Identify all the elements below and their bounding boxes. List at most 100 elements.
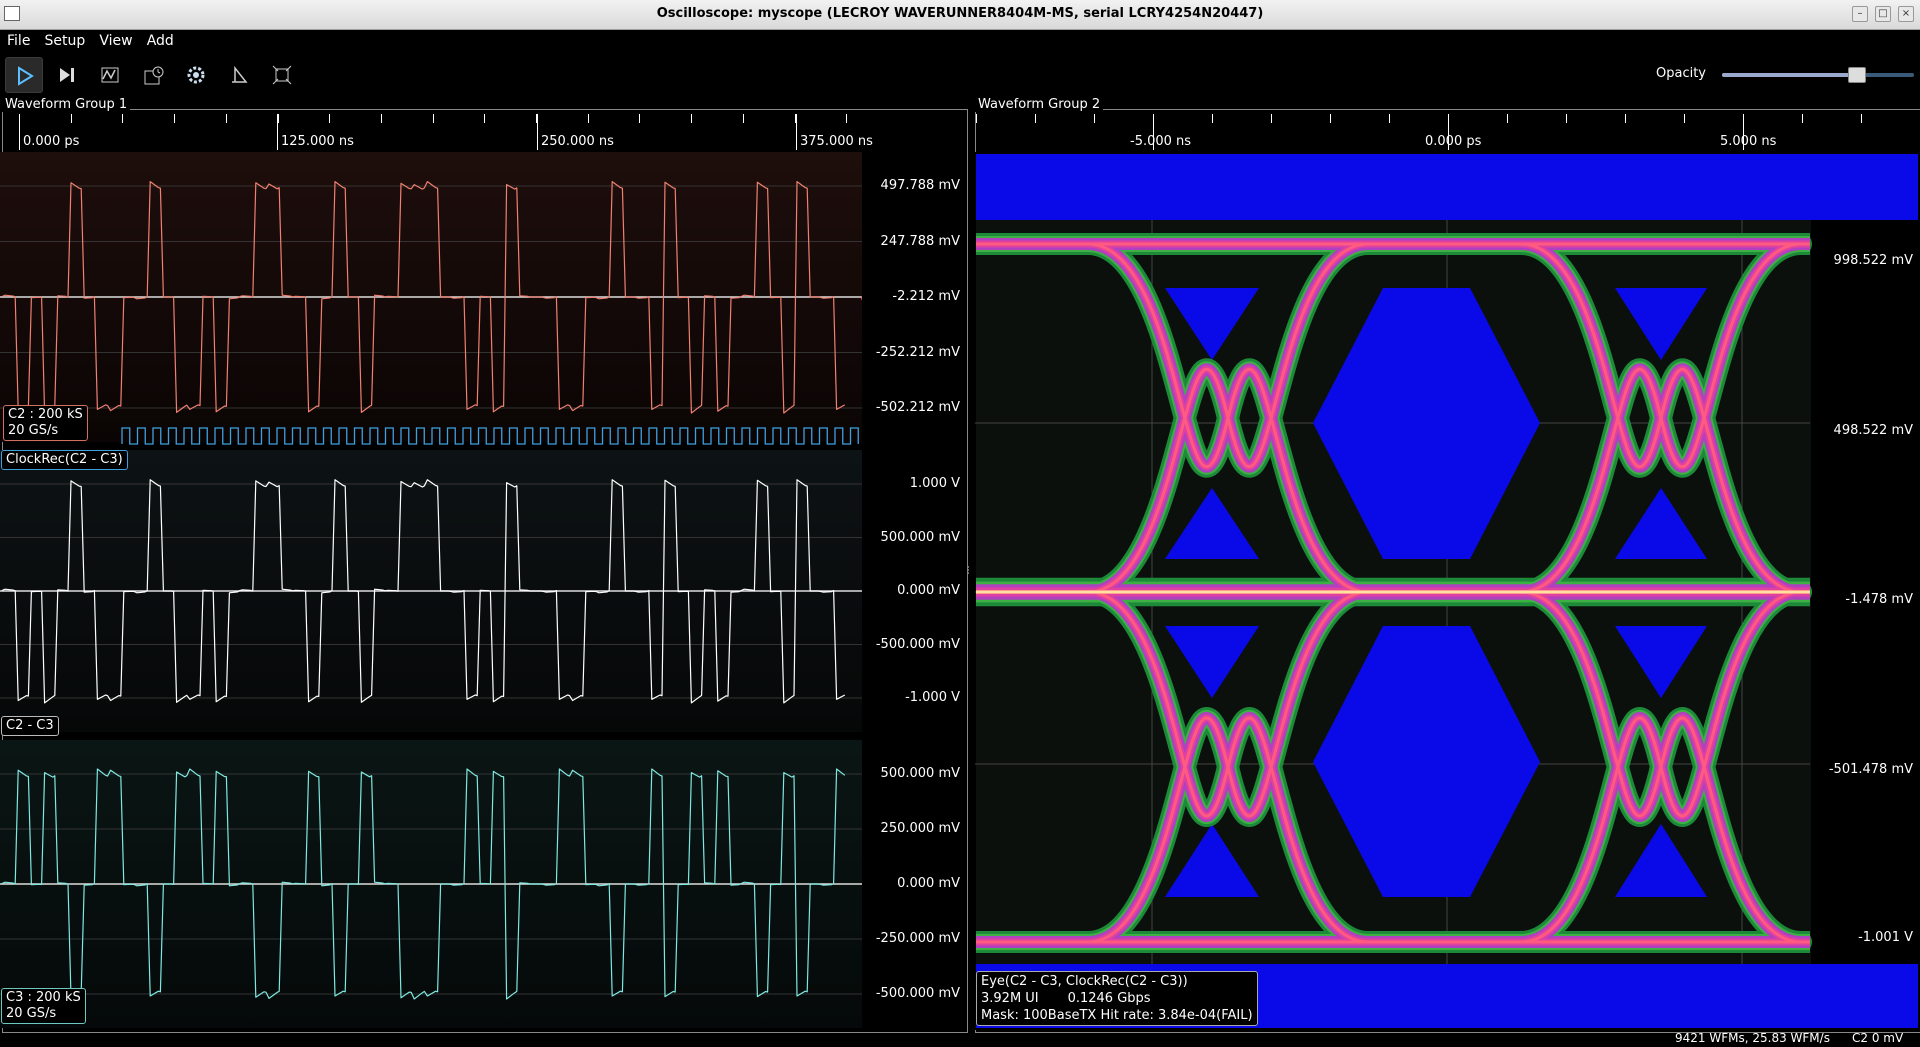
eye-info-box[interactable]: Eye(C2 - C3, ClockRec(C2 - C3)) 3.92M UI… [976,971,1258,1026]
waveform-button[interactable] [91,57,127,91]
ruler1-tick-label: 0.000 ps [23,134,80,149]
history-icon [144,66,164,85]
waveform-icon [101,67,119,83]
waveform-plots-group-1[interactable] [0,152,862,1030]
panel-3-voltage-label: 0.000 mV [897,876,960,891]
ruler2-minor-tick [1153,114,1154,123]
menu-add[interactable]: Add [147,31,174,51]
c3-channel-box[interactable]: C3 : 200 kS 20 GS/s [1,988,86,1024]
eye-title: Eye(C2 - C3, ClockRec(C2 - C3)) [981,974,1188,989]
maximize-icon[interactable]: □ [1875,6,1891,22]
ruler1-minor-tick [277,114,279,123]
panel-3-voltage-label: 250.000 mV [880,821,960,836]
math-button[interactable] [220,57,256,91]
c2-box-line-1: C2 : 200 kS [8,407,83,422]
eye-top-mask-bar [976,154,1918,220]
clockrec-channel-box[interactable]: ClockRec(C2 - C3) [1,450,128,470]
ruler2-minor-tick [1684,114,1685,123]
menu-setup[interactable]: Setup [45,31,86,51]
ruler1-tick-label: 375.000 ns [800,134,873,149]
panel-1-voltage-label: -502.212 mV [875,400,960,415]
panel-2-voltage-label: -500.000 mV [875,636,960,652]
settings-button[interactable] [177,57,213,91]
ruler1-minor-tick [742,114,744,123]
ruler1-major-tick [537,114,538,150]
opacity-label: Opacity [1656,66,1707,81]
ruler2-minor-tick [1507,114,1508,123]
wfm-rate-status: 9421 WFMs, 25.83 WFM/s [1675,1031,1830,1045]
c3-box-line-1: C3 : 200 kS [6,990,81,1005]
ruler1-minor-tick [329,114,331,123]
ruler1-minor-tick [19,114,20,123]
ruler2-tick-label: 5.000 ns [1720,134,1777,149]
ruler1-minor-tick [122,114,124,123]
panel-3-voltage-label: -250.000 mV [875,931,960,946]
ruler2-minor-tick [1802,114,1803,123]
c2-channel-box[interactable]: C2 : 200 kS 20 GS/s [3,405,88,441]
ruler2-tick-label: 0.000 ps [1425,134,1482,149]
ruler1-major-tick [796,114,797,150]
menu-view[interactable]: View [99,31,132,51]
single-trigger-icon [60,68,74,82]
fit-zoom-button[interactable] [263,57,299,91]
settings-gear-icon [187,66,205,84]
ruler1-minor-tick [432,114,434,123]
history-button[interactable] [134,57,170,91]
ruler1-minor-tick [484,114,486,123]
panel-1-voltage-label: 247.788 mV [880,233,960,249]
single-trigger-button[interactable] [48,57,84,91]
time-ruler-2[interactable]: -5.000 ns 0.000 ps 5.000 ns [976,114,1918,154]
title-bar: Oscilloscope: myscope (LECROY WAVERUNNER… [0,0,1920,30]
eye-pattern-plot[interactable] [975,152,1919,1030]
eye-voltage-label: 998.522 mV [1833,253,1913,268]
ruler2-minor-tick [1389,114,1390,123]
ruler1-tick-label: 125.000 ns [281,134,354,149]
ruler2-minor-tick [1566,114,1567,123]
group-1-label: Waveform Group 1 [2,97,131,112]
eye-voltage-label: -1.001 V [1858,930,1913,945]
minimize-icon[interactable]: – [1852,6,1868,22]
panel-3-voltage-label: -500.000 mV [875,986,960,1001]
opacity-slider-thumb[interactable] [1848,67,1867,83]
group-2-label: Waveform Group 2 [975,97,1104,112]
ruler1-minor-tick [846,114,848,123]
ruler1-minor-tick [174,114,176,123]
ruler2-minor-tick [1743,114,1744,123]
close-icon[interactable]: × [1898,6,1914,22]
cursor-status: C2 0 mV [1852,1031,1904,1045]
start-trigger-button[interactable] [5,57,43,93]
eye-voltage-label: -1.478 mV [1845,592,1913,607]
ruler1-minor-tick [794,114,796,123]
menu-file[interactable]: File [7,31,30,51]
status-bar: 9421 WFMs, 25.83 WFM/s C2 0 mV [0,1031,1920,1047]
menu-bar: File Setup View Add [0,30,1920,50]
window-title: Oscilloscope: myscope (LECROY WAVERUNNER… [656,6,1264,21]
ruler1-minor-tick [380,114,382,123]
panel-2-voltage-label: 1.000 V [909,476,960,491]
ruler2-minor-tick [1271,114,1272,123]
panel-1-voltage-label: -2.212 mV [892,289,960,304]
c2-c3-channel-box[interactable]: C2 - C3 [1,716,59,736]
group-splitter[interactable] [966,560,970,574]
ruler1-minor-tick [587,114,589,123]
opacity-slider-fill [1722,73,1857,77]
panel-1-voltage-label: 497.788 mV [880,178,960,193]
panel-1-voltage-label: -252.212 mV [875,344,960,360]
ruler2-minor-tick [1625,114,1626,123]
opacity-slider[interactable] [1722,67,1914,83]
ruler1-minor-tick [691,114,693,123]
time-ruler-1[interactable]: 0.000 ps 125.000 ns 250.000 ns 375.000 ns [2,114,873,154]
ruler2-minor-tick [1448,114,1449,123]
triangle-math-icon [232,65,248,83]
ruler1-minor-tick [225,114,227,123]
eye-ui-rate: 3.92M UI 0.1246 Gbps [981,991,1151,1006]
eye-voltage-label: -501.478 mV [1828,762,1913,777]
ruler1-minor-tick [70,114,72,123]
panel-2-voltage-label: 500.000 mV [880,529,960,545]
ruler2-minor-tick [1094,114,1095,123]
ruler2-minor-tick [1861,114,1862,123]
clockrec-box-label: ClockRec(C2 - C3) [6,452,123,467]
ruler1-minor-tick [639,114,641,123]
c3-box-line-2: 20 GS/s [6,1006,57,1021]
ruler1-tick-label: 250.000 ns [541,134,614,149]
